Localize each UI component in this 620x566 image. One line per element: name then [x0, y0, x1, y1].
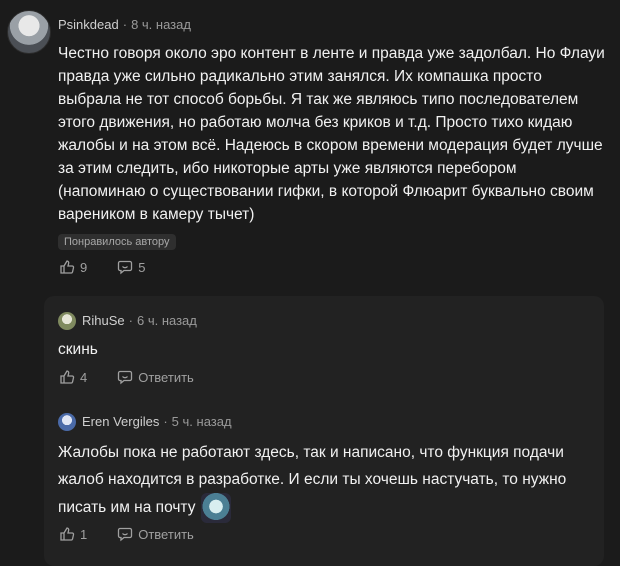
comment-icon	[118, 260, 133, 275]
reply-text-content: Жалобы пока не работают здесь, так и нап…	[58, 444, 567, 517]
comment-meta: Psinkdead · 8 ч. назад	[58, 17, 191, 32]
meta-separator: ·	[122, 17, 128, 32]
reply-count: 5	[138, 259, 146, 275]
reply-button[interactable]: Ответить	[117, 526, 194, 542]
reply-meta: RihuSe · 6 ч. назад	[82, 313, 197, 328]
meta-separator: ·	[163, 414, 168, 429]
reply-text: Жалобы пока не работают здесь, так и нап…	[58, 439, 606, 523]
reply-actions: 4 Ответить	[59, 369, 224, 385]
like-button[interactable]: 1	[59, 526, 87, 542]
avatar[interactable]	[58, 312, 76, 330]
reply-button[interactable]: Ответить	[117, 369, 194, 385]
reply-text: скинь	[58, 341, 98, 358]
comment-icon	[118, 527, 133, 542]
author-name[interactable]: RihuSe	[82, 313, 125, 328]
reply-actions: 1 Ответить	[59, 526, 224, 542]
thumbs-up-icon	[60, 370, 75, 384]
author-name[interactable]: Psinkdead	[58, 17, 119, 32]
avatar[interactable]	[7, 10, 51, 54]
like-button[interactable]: 4	[59, 369, 87, 385]
comment-text: Честно говоря около эро контент в ленте …	[58, 45, 605, 223]
like-count: 4	[80, 369, 88, 385]
timestamp: 5 ч. назад	[171, 414, 232, 429]
reply-label: Ответить	[138, 369, 194, 385]
timestamp: 6 ч. назад	[136, 313, 197, 328]
sticker-image	[201, 493, 232, 523]
meta-separator: ·	[128, 313, 133, 328]
author-liked-badge: Понравилось автору	[58, 234, 176, 250]
author-name[interactable]: Eren Vergiles	[82, 414, 159, 429]
comment-actions: 9 5	[59, 259, 175, 275]
like-count: 1	[80, 526, 88, 542]
like-count: 9	[80, 259, 88, 275]
reply-label: Ответить	[138, 526, 194, 542]
timestamp: 8 ч. назад	[131, 17, 191, 32]
avatar[interactable]	[58, 413, 76, 431]
comment-icon	[118, 370, 133, 385]
like-button[interactable]: 9	[59, 259, 87, 275]
reply-meta: Eren Vergiles · 5 ч. назад	[82, 414, 232, 429]
replies-button[interactable]: 5	[117, 259, 145, 275]
thumbs-up-icon	[60, 260, 75, 274]
thumbs-up-icon	[60, 527, 75, 541]
